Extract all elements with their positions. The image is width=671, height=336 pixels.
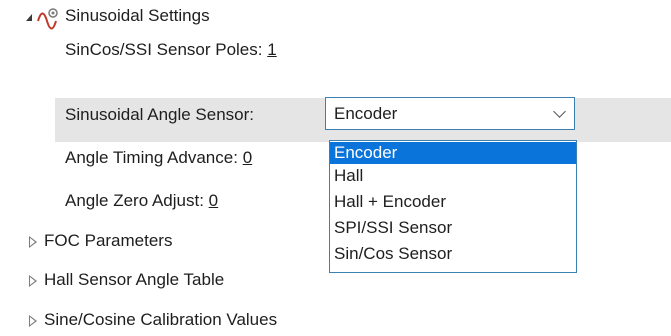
- property-row-angle-sensor[interactable]: Sinusoidal Angle Sensor:: [65, 99, 254, 131]
- collapsed-triangle-icon[interactable]: [29, 236, 37, 248]
- expanded-triangle-icon[interactable]: [26, 14, 32, 21]
- property-value[interactable]: 0: [243, 148, 252, 167]
- property-label: Angle Zero Adjust:: [65, 191, 204, 210]
- angle-sensor-dropdown-list[interactable]: Encoder Hall Hall + Encoder SPI/SSI Sens…: [329, 140, 577, 273]
- property-row-sincos-poles[interactable]: SinCos/SSI Sensor Poles: 1: [65, 34, 277, 66]
- dropdown-option-hall[interactable]: Hall: [330, 165, 576, 187]
- property-row-timing-advance[interactable]: Angle Timing Advance: 0: [65, 142, 252, 174]
- collapsed-triangle-icon[interactable]: [29, 315, 37, 327]
- property-value[interactable]: 0: [209, 191, 218, 210]
- collapsed-triangle-icon[interactable]: [29, 275, 37, 287]
- dropdown-option-encoder[interactable]: Encoder: [330, 142, 576, 164]
- property-label: Angle Timing Advance:: [65, 148, 238, 167]
- dropdown-option-hall-encoder[interactable]: Hall + Encoder: [330, 191, 576, 213]
- property-label: SinCos/SSI Sensor Poles:: [65, 40, 263, 59]
- chevron-down-icon[interactable]: [553, 105, 566, 118]
- sine-wave-settings-icon: [36, 6, 60, 30]
- angle-sensor-combobox[interactable]: Encoder: [325, 97, 575, 130]
- group-title: Sine/Cosine Calibration Values: [44, 310, 278, 329]
- group-title: FOC Parameters: [44, 231, 173, 250]
- group-title: Sinusoidal Settings: [65, 6, 210, 25]
- property-row-zero-adjust[interactable]: Angle Zero Adjust: 0: [65, 185, 218, 217]
- group-title: Hall Sensor Angle Table: [44, 270, 225, 289]
- combobox-value: Encoder: [334, 104, 398, 123]
- property-label: Sinusoidal Angle Sensor:: [65, 105, 255, 124]
- dropdown-option-sin-cos-sensor[interactable]: Sin/Cos Sensor: [330, 243, 576, 265]
- property-value[interactable]: 1: [267, 40, 276, 59]
- dropdown-option-spi-ssi-sensor[interactable]: SPI/SSI Sensor: [330, 217, 576, 239]
